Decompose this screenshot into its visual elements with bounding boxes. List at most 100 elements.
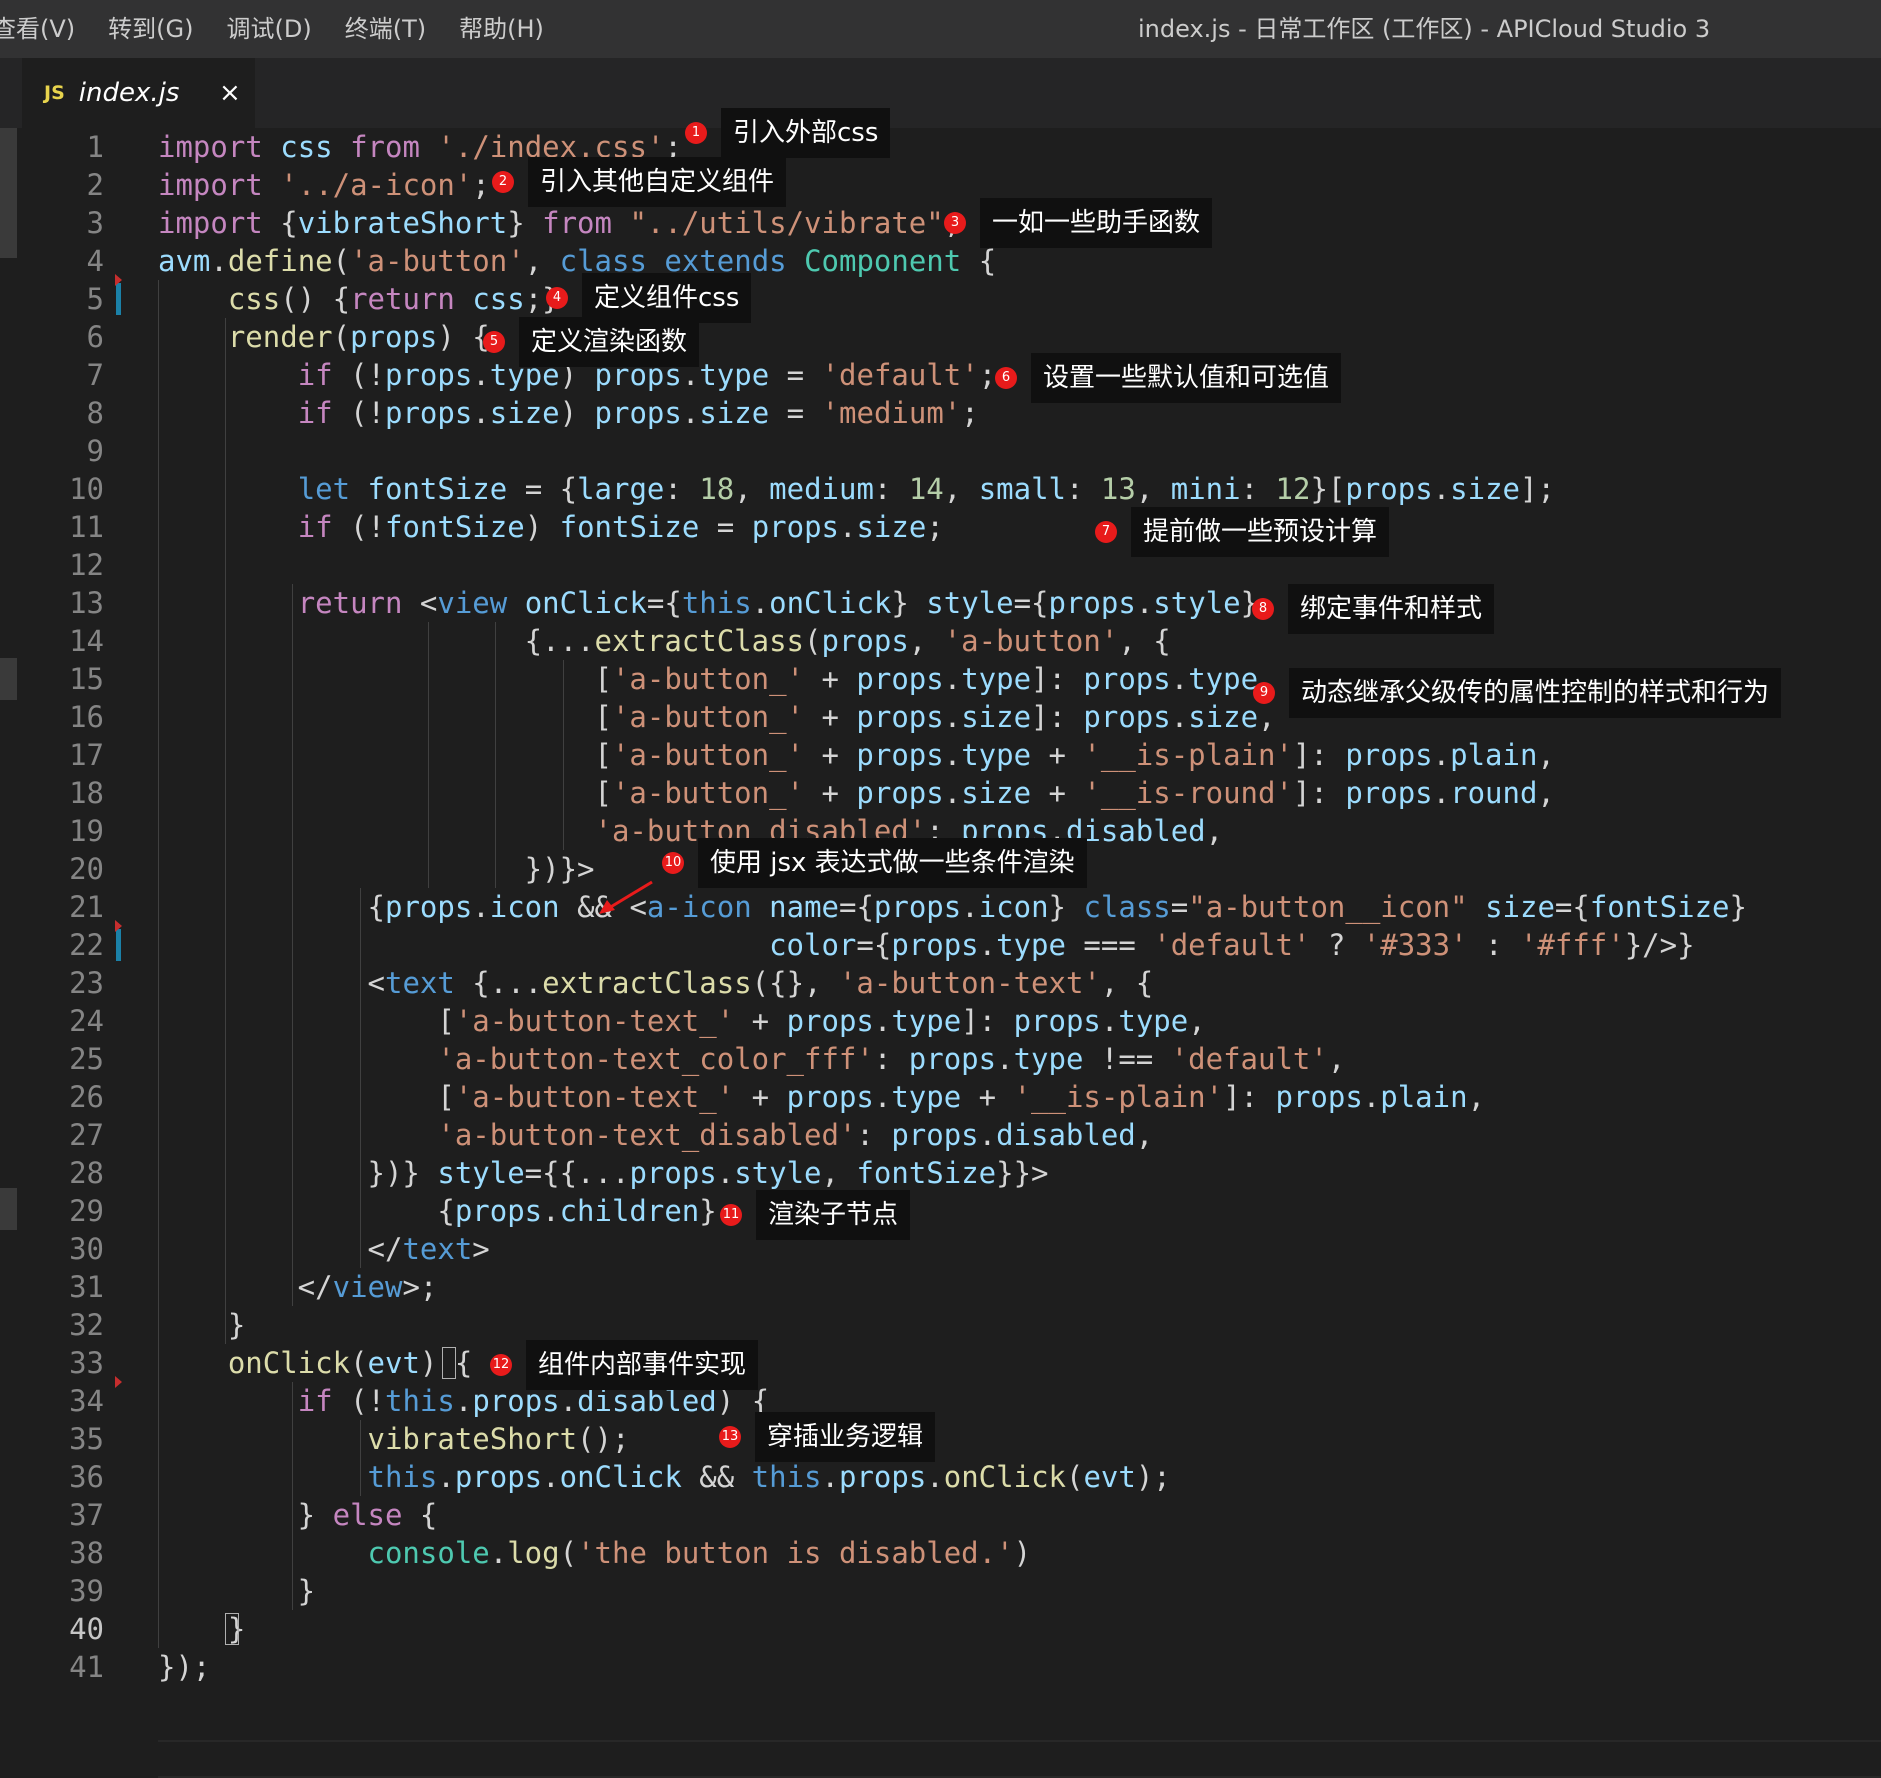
code-line[interactable]: 17 ['a-button_' + props.type + '__is-pla… <box>0 736 1881 774</box>
line-number: 5 <box>86 282 104 316</box>
indent-guide <box>360 888 361 1268</box>
indent-guide <box>563 660 564 850</box>
code-line[interactable]: 35 vibrateShort(); <box>0 1420 1881 1458</box>
line-number: 29 <box>69 1194 104 1228</box>
code-line[interactable]: 13 return <view onClick={this.onClick} s… <box>0 584 1881 622</box>
code-text: render(props) { <box>227 320 490 354</box>
code-line[interactable]: 12 <box>0 546 1881 584</box>
code-line[interactable]: 29 {props.children} <box>0 1192 1881 1230</box>
code-line[interactable]: 33 onClick(evt) { <box>0 1344 1881 1382</box>
code-line[interactable]: 38 console.log('the button is disabled.'… <box>0 1534 1881 1572</box>
indent-guide <box>292 584 293 1306</box>
javascript-file-icon: JS <box>44 82 65 104</box>
annotation-badge: 2 <box>492 171 514 193</box>
code-line[interactable]: 14 {...extractClass(props, 'a-button', { <box>0 622 1881 660</box>
code-line[interactable]: 1 import css from './index.css'; <box>0 128 1881 166</box>
line-number: 1 <box>86 130 104 164</box>
code-line[interactable]: 5 css() {return css;} <box>0 280 1881 318</box>
code-line[interactable]: 27 'a-button-text_disabled': props.disab… <box>0 1116 1881 1154</box>
annotation-arrow-icon <box>599 880 653 914</box>
line-number: 10 <box>69 472 104 506</box>
annotation-4: 4 定义组件css <box>546 273 752 323</box>
menu-terminal[interactable]: 终端(T) <box>345 0 426 58</box>
annotation-badge: 12 <box>490 1354 512 1376</box>
line-number: 17 <box>69 738 104 772</box>
code-text: {props.children} <box>158 1194 717 1228</box>
menu-bar: 查看(V) 转到(G) 调试(D) 终端(T) 帮助(H) index.js -… <box>0 0 1881 58</box>
code-line[interactable]: 28 })} style={{...props.style, fontSize}… <box>0 1154 1881 1192</box>
code-line[interactable]: 2 import '../a-icon'; <box>0 166 1881 204</box>
indent-guide <box>495 622 496 888</box>
annotation-label: 设置一些默认值和可选值 <box>1031 353 1342 403</box>
annotation-label: 渲染子节点 <box>756 1190 911 1240</box>
bracket-match-box <box>225 1613 239 1645</box>
code-text: </view>; <box>158 1270 438 1304</box>
code-line[interactable]: 25 'a-button-text_color_fff': props.type… <box>0 1040 1881 1078</box>
code-line[interactable]: 31 </view>; <box>0 1268 1881 1306</box>
line-number: 11 <box>69 510 104 544</box>
annotation-label: 穿插业务逻辑 <box>755 1412 936 1462</box>
annotation-label: 组件内部事件实现 <box>526 1340 759 1390</box>
code-line[interactable]: 39 } <box>0 1572 1881 1610</box>
close-icon[interactable]: × <box>219 58 241 128</box>
code-line[interactable]: 10 let fontSize = {large: 18, medium: 14… <box>0 470 1881 508</box>
menu-debug[interactable]: 调试(D) <box>226 0 311 58</box>
code-text: if (!props.size) props.size = 'medium'; <box>297 396 979 430</box>
annotation-label: 引入外部css <box>721 108 891 158</box>
tab-bar: JS index.js × <box>0 58 1881 128</box>
code-text: onClick(evt) { <box>227 1346 473 1380</box>
line-number: 9 <box>86 434 104 468</box>
line-number: 13 <box>69 586 104 620</box>
line-number: 34 <box>69 1384 104 1418</box>
code-line[interactable]: 11 if (!fontSize) fontSize = props.size; <box>0 508 1881 546</box>
menu-list: 查看(V) 转到(G) 调试(D) 终端(T) 帮助(H) <box>0 0 577 58</box>
code-line[interactable]: 36 this.props.onClick && this.props.onCl… <box>0 1458 1881 1496</box>
code-line[interactable]: 3 import {vibrateShort} from "../utils/vi… <box>0 204 1881 242</box>
code-line[interactable]: 22 color={props.type === 'default' ? '#3… <box>0 926 1881 964</box>
code-line[interactable]: 6 render(props) { <box>0 318 1881 356</box>
line-number: 23 <box>69 966 104 1000</box>
code-text: ['a-button_' + props.type + '__is-plain'… <box>158 738 1555 772</box>
annotation-badge: 13 <box>719 1426 741 1448</box>
code-text: ['a-button_' + props.size + '__is-round'… <box>158 776 1555 810</box>
menu-goto[interactable]: 转到(G) <box>108 0 193 58</box>
code-line[interactable]: 7 if (!props.type) props.type = 'default… <box>0 356 1881 394</box>
line-number: 15 <box>69 662 104 696</box>
annotation-7: 7 提前做一些预设计算 <box>1095 507 1390 557</box>
menu-help[interactable]: 帮助(H) <box>459 0 544 58</box>
code-text: import '../a-icon'; <box>158 168 490 202</box>
code-line[interactable]: 26 ['a-button-text_' + props.type + '__i… <box>0 1078 1881 1116</box>
code-line[interactable]: 34 if (!this.props.disabled) { <box>0 1382 1881 1420</box>
tab-label: index.js <box>78 78 180 108</box>
code-line[interactable]: 4 avm.define('a-button', class extends Co… <box>0 242 1881 280</box>
menu-view[interactable]: 查看(V) <box>0 0 75 58</box>
indent-guide <box>225 318 226 1344</box>
line-number: 12 <box>69 548 104 582</box>
gutter-deleted-marker <box>115 274 122 286</box>
code-text: import {vibrateShort} from "../utils/vib… <box>158 206 961 240</box>
annotation-badge: 1 <box>685 122 707 144</box>
code-line[interactable]: 41}); <box>0 1648 1881 1686</box>
annotation-badge: 7 <box>1095 521 1117 543</box>
code-line[interactable]: 32 } <box>0 1306 1881 1344</box>
annotation-badge: 4 <box>546 287 568 309</box>
annotation-label: 使用 jsx 表达式做一些条件渲染 <box>698 838 1087 888</box>
code-line[interactable]: 24 ['a-button-text_' + props.type]: prop… <box>0 1002 1881 1040</box>
code-line[interactable]: 8 if (!props.size) props.size = 'medium'… <box>0 394 1881 432</box>
code-text: css() {return css;} <box>227 282 560 316</box>
code-line[interactable]: 30 </text> <box>0 1230 1881 1268</box>
line-number: 26 <box>69 1080 104 1114</box>
annotation-label: 定义组件css <box>582 273 752 323</box>
code-line[interactable]: 9 <box>0 432 1881 470</box>
code-line[interactable]: 18 ['a-button_' + props.size + '__is-rou… <box>0 774 1881 812</box>
code-line[interactable]: 23 <text {...extractClass({}, 'a-button-… <box>0 964 1881 1002</box>
code-text: <text {...extractClass({}, 'a-button-tex… <box>158 966 1154 1000</box>
code-line[interactable]: 37 } else { <box>0 1496 1881 1534</box>
code-line[interactable]: 40 } <box>0 1610 1881 1648</box>
code-line[interactable]: 21 {props.icon && <a-icon name={props.ic… <box>0 888 1881 926</box>
code-text: 'a-button-text_color_fff': props.type !=… <box>437 1042 1346 1076</box>
code-text: } <box>158 1308 246 1342</box>
annotation-badge: 6 <box>995 367 1017 389</box>
code-editor[interactable]: 1 import css from './index.css'; 2 import '… <box>0 128 1881 1778</box>
tab-index-js[interactable]: JS index.js × <box>22 58 255 128</box>
